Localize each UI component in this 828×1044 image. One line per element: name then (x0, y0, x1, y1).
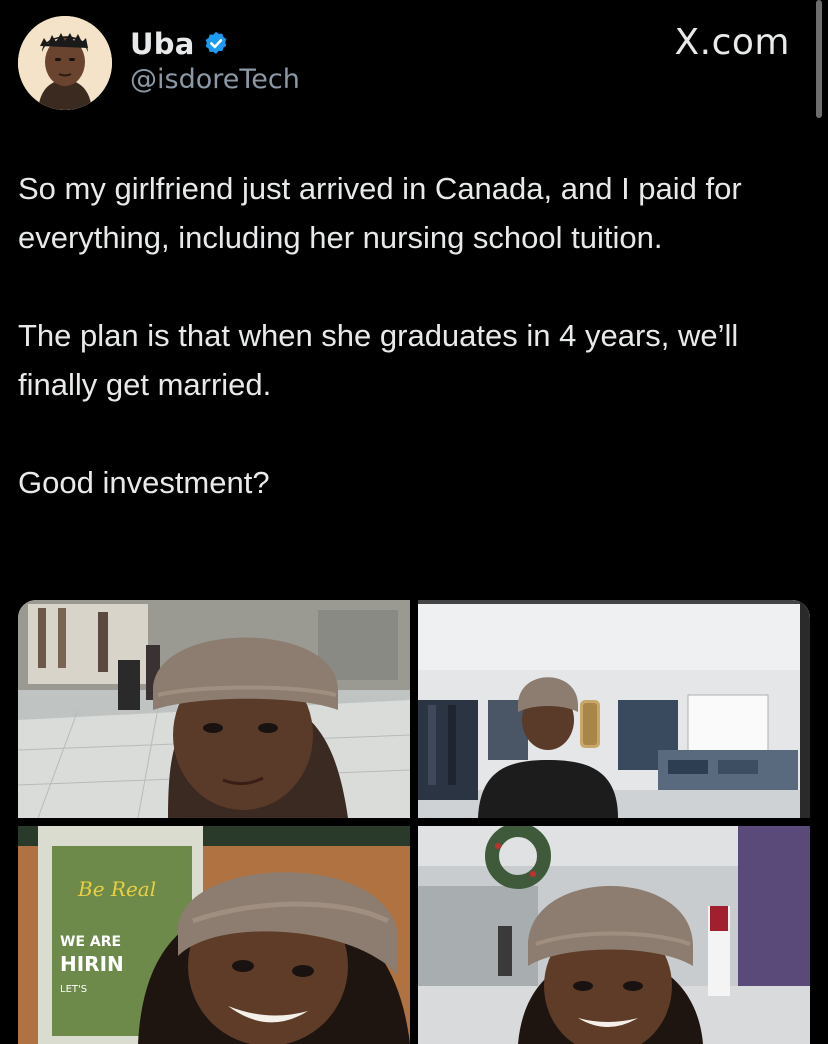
author-display-name[interactable]: Uba (130, 27, 194, 61)
tweet-paragraph: Good investment? (18, 465, 270, 500)
author-name-row: Uba (130, 24, 230, 64)
photo-1[interactable] (18, 600, 410, 818)
poster-text-lets: LET'S (60, 984, 87, 995)
tweet-header: Uba @isdoreTech X.com (0, 0, 828, 130)
tweet-body: So my girlfriend just arrived in Canada,… (18, 164, 810, 507)
photo-3[interactable]: Be Real WE ARE HIRIN LET'S (18, 826, 410, 1044)
photo-4[interactable] (418, 826, 810, 1044)
author-handle[interactable]: @isdoreTech (130, 64, 300, 95)
poster-text-we-are: WE ARE (60, 934, 121, 950)
brand-watermark: X.com (674, 22, 790, 63)
poster-text-hiring: HIRIN (60, 952, 124, 976)
verified-badge-icon (202, 30, 230, 58)
photo-2[interactable] (418, 600, 810, 818)
tweet-paragraph: The plan is that when she graduates in 4… (18, 318, 739, 402)
media-grid: Be Real WE ARE HIRIN LET'S (18, 600, 810, 1044)
avatar[interactable] (18, 16, 112, 110)
poster-text-be-real: Be Real (77, 877, 156, 901)
tweet-paragraph: So my girlfriend just arrived in Canada,… (18, 171, 742, 255)
scrollbar-thumb[interactable] (816, 0, 822, 118)
